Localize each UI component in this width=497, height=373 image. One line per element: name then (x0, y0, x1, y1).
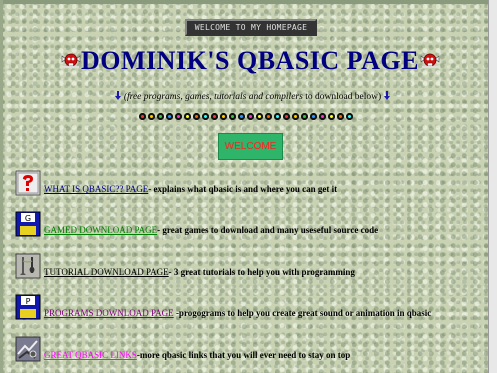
link-description: -progograms to help you create great sou… (173, 308, 432, 318)
qbasic-links-link[interactable]: GREAT QBASIC LINKS (44, 350, 137, 360)
tutorial-download-link[interactable]: TUTORIAL DOWNLOAD PAGE (44, 267, 169, 277)
programs-download-link[interactable]: PROGRAMS DOWNLOAD PAGE (44, 308, 174, 318)
separator-dot (346, 113, 353, 120)
welcome-banner: WELCOME TO MY HOMEPAGE (185, 19, 317, 36)
separator-dot (157, 113, 164, 120)
separator-dot (193, 113, 200, 120)
list-item-links: GREAT QBASIC LINKS-more qbasic links tha… (15, 336, 350, 362)
down-arrow-icon (115, 91, 122, 100)
separator-dot (292, 113, 299, 120)
separator-dot (166, 113, 173, 120)
page-title: DOMINIK'S QBASIC PAGE (81, 46, 419, 75)
separator-dot (319, 113, 326, 120)
separator-dot (211, 113, 218, 120)
separator-dot (148, 113, 155, 120)
tools-icon[interactable] (15, 253, 41, 279)
dot-separator (139, 113, 361, 121)
window-top-edge (0, 0, 497, 4)
separator-dot (301, 113, 308, 120)
window-left-edge (0, 0, 3, 373)
separator-dot (256, 113, 263, 120)
list-item-tutorials: TUTORIAL DOWNLOAD PAGE- 3 great tutorial… (15, 253, 355, 279)
game-floppy-icon[interactable]: G (15, 211, 41, 237)
links-icon[interactable] (15, 336, 41, 362)
skull-icon (420, 53, 440, 68)
question-mark-icon[interactable] (15, 170, 41, 196)
separator-dot (328, 113, 335, 120)
games-download-link[interactable]: GAMED DOWNLOAD PAGE (44, 225, 157, 235)
link-description: -more qbasic links that you will ever ne… (136, 350, 351, 360)
separator-dot (238, 113, 245, 120)
separator-dot (265, 113, 272, 120)
separator-dot (337, 113, 344, 120)
svg-text:G: G (25, 214, 31, 223)
title-row: DOMINIK'S QBASIC PAGE (56, 44, 446, 80)
separator-dot (220, 113, 227, 120)
subtitle-plain: to download below) (302, 92, 382, 102)
separator-dot (202, 113, 209, 120)
svg-text:P: P (26, 297, 31, 306)
separator-dot (139, 113, 146, 120)
list-item-what-is-qbasic: WHAT IS QBASIC?? PAGE- explains what qba… (15, 170, 337, 196)
separator-dot (310, 113, 317, 120)
welcome-button[interactable]: WELCOME (218, 133, 283, 160)
link-description: - great games to download and many usese… (157, 225, 379, 235)
list-item-games: G GAMED DOWNLOAD PAGE- great games to do… (15, 211, 378, 237)
subtitle: (free programs, games, tutorials and com… (110, 91, 395, 105)
scrollbar[interactable] (488, 0, 497, 373)
separator-dot (229, 113, 236, 120)
program-floppy-icon[interactable]: P (15, 294, 41, 320)
link-description: - 3 great tutorials to help you with pro… (168, 267, 355, 277)
subtitle-italic: (free programs, games, tutorials and com… (123, 92, 303, 102)
link-description: - explains what qbasic is and where you … (148, 184, 338, 194)
separator-dot (274, 113, 281, 120)
separator-dot (184, 113, 191, 120)
what-is-qbasic-link[interactable]: WHAT IS QBASIC?? PAGE (44, 184, 148, 194)
separator-dot (283, 113, 290, 120)
down-arrow-icon (383, 91, 390, 100)
separator-dot (175, 113, 182, 120)
skull-icon (61, 53, 81, 68)
separator-dot (247, 113, 254, 120)
list-item-programs: P PROGRAMS DOWNLOAD PAGE -progograms to … (15, 294, 431, 320)
